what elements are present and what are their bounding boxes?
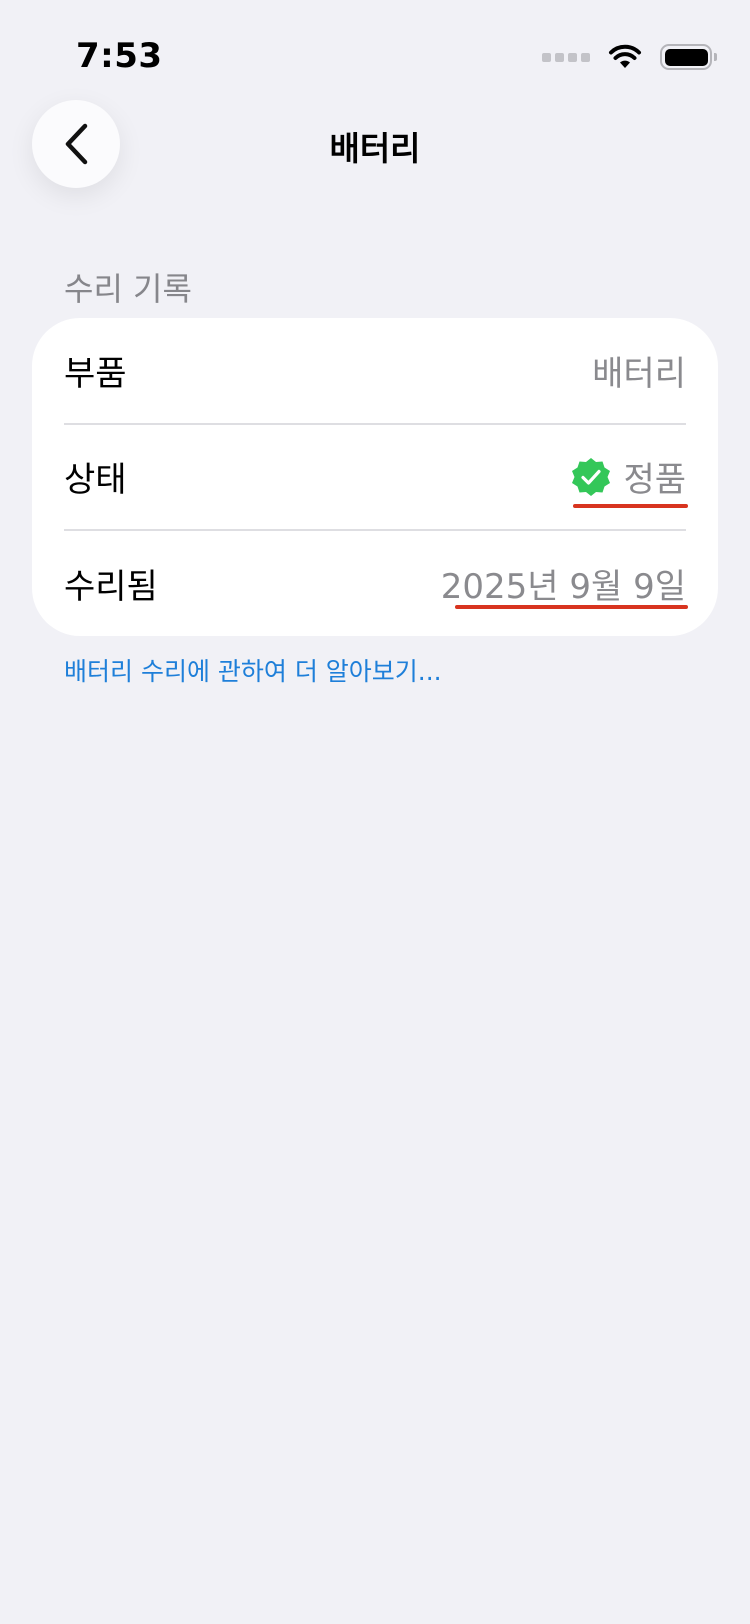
row-label: 상태 bbox=[64, 460, 127, 500]
row-status: 상태 정품 bbox=[64, 424, 686, 529]
row-part: 부품 배터리 bbox=[64, 318, 686, 423]
learn-more-link[interactable]: 배터리 수리에 관하여 더 알아보기... bbox=[64, 652, 442, 688]
cellular-signal-icon bbox=[542, 52, 590, 62]
status-time: 7:53 bbox=[76, 36, 163, 76]
row-value: 2025년 9월 9일 bbox=[440, 566, 686, 607]
annotation-underline bbox=[455, 605, 688, 609]
annotation-underline bbox=[573, 504, 688, 508]
section-header: 수리 기록 bbox=[64, 270, 192, 308]
wifi-icon bbox=[609, 44, 641, 68]
row-label: 부품 bbox=[64, 354, 127, 394]
row-value: 배터리 bbox=[592, 354, 686, 394]
screen: 7:53 배터리 수리 기록 부품 배터리 상태 정품 수리됨 2025년 9월… bbox=[0, 0, 750, 1624]
row-repaired-date: 수리됨 2025년 9월 9일 bbox=[64, 530, 686, 636]
row-label: 수리됨 bbox=[64, 566, 158, 607]
status-value: 정품 bbox=[623, 460, 686, 500]
row-value-status: 정품 bbox=[571, 452, 686, 501]
verified-badge-icon bbox=[572, 457, 611, 496]
status-icons bbox=[542, 44, 717, 70]
battery-icon bbox=[660, 44, 717, 70]
repair-history-card: 부품 배터리 상태 정품 수리됨 2025년 9월 9일 bbox=[32, 318, 718, 636]
page-title: 배터리 bbox=[329, 129, 421, 168]
